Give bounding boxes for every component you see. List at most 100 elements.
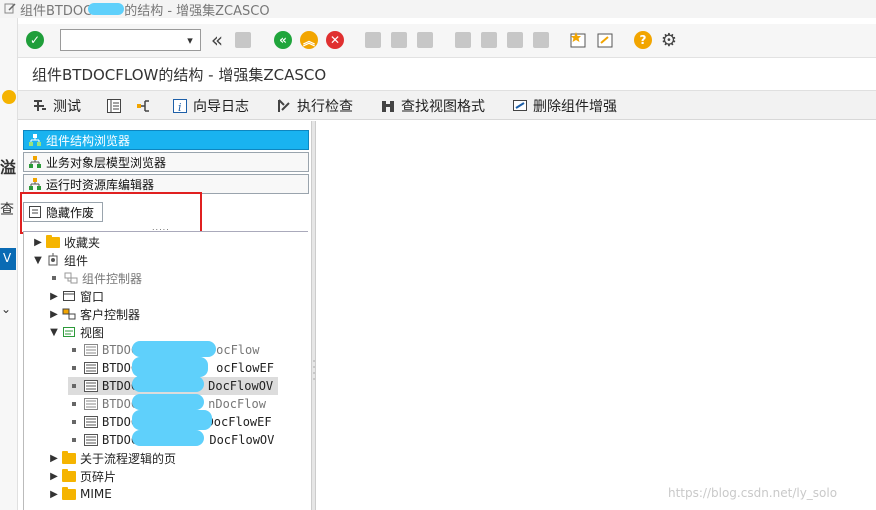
collapse-arrow-icon[interactable]: ▼ (32, 255, 44, 266)
background-window-strip: 溢 查 V ⌄ (0, 18, 18, 510)
tree-node-custom-controller[interactable]: ▶ 客户控制器 (48, 305, 140, 323)
view-icon (84, 433, 98, 447)
svg-text:i: i (178, 101, 182, 114)
expand-arrow-icon[interactable]: ▶ (48, 453, 60, 464)
tree-node-label: 窗口 (80, 289, 105, 304)
prev-page-icon[interactable] (478, 29, 500, 51)
binoculars-icon (380, 98, 396, 114)
tree-structure-icon (28, 155, 42, 169)
window-title: 组件BTDOC (20, 3, 93, 19)
tree-node-label: 关于流程逻辑的页 (80, 451, 177, 466)
redaction-mark (132, 341, 216, 357)
command-field[interactable]: ▾ (60, 29, 201, 51)
page-title: 组件BTDOCFLOW的结构 - 增强集ZCASCO (32, 66, 327, 84)
test-label: 测试 (53, 99, 81, 115)
new-session-icon[interactable] (568, 29, 590, 51)
cancel-icon[interactable]: ✕ (324, 29, 346, 51)
runtime-repository-editor-label: 运行时资源库编辑器 (46, 177, 155, 192)
wizard-log-button[interactable]: i 向导日志 (172, 96, 249, 116)
folder-icon (62, 468, 76, 483)
find-view-format-label: 查找视图格式 (401, 99, 485, 115)
expand-arrow-icon[interactable]: ▶ (32, 237, 44, 248)
delete-enhancement-button[interactable]: 删除组件增强 (512, 96, 617, 116)
tree-node-label: 收藏夹 (64, 235, 101, 250)
wizard-log-label: 向导日志 (193, 99, 249, 115)
collapse-arrow-icon[interactable]: ▼ (48, 327, 60, 338)
tree-node-component-controller[interactable]: 组件控制器 (48, 269, 142, 287)
view-icon (84, 361, 98, 375)
exit-icon[interactable]: ︽ (298, 29, 320, 51)
tree-node-mime[interactable]: ▶ MIME (48, 485, 112, 503)
application-toolbar: 测试 i 向导日志 执行检查 查找视图格式 删除组件增强 (18, 90, 876, 120)
bol-model-browser-button[interactable]: 业务对象层模型浏览器 (23, 152, 309, 172)
print-icon[interactable] (362, 29, 384, 51)
info-icon: i (172, 98, 188, 114)
delete-enhancement-icon (512, 98, 528, 114)
folder-icon (46, 234, 60, 249)
component-structure-browser-label: 组件结构浏览器 (46, 133, 131, 148)
window-title-bar: 组件BTDOC 的结构 - 增强集ZCASCO (0, 0, 876, 19)
redaction-mark (132, 410, 212, 430)
tree-node-process-logic-pages[interactable]: ▶ 关于流程逻辑的页 (48, 449, 176, 467)
redaction-mark (132, 394, 204, 410)
expand-arrow-icon[interactable]: ▶ (48, 471, 60, 482)
find-view-format-button[interactable]: 查找视图格式 (380, 96, 485, 116)
standard-toolbar: ✓ ▾ « « ︽ ✕ ? ⚙ (18, 24, 876, 58)
tree-node-views[interactable]: ▼ 视图 (48, 323, 104, 341)
back-arrows-icon[interactable]: « (206, 28, 228, 52)
expand-arrow-icon[interactable]: ▶ (48, 489, 60, 500)
view-icon (84, 379, 98, 393)
redaction-mark (132, 376, 204, 392)
layout-button[interactable] (106, 96, 127, 116)
redaction-mark (132, 430, 204, 446)
status-circle-icon (2, 90, 16, 104)
find-icon[interactable] (388, 29, 410, 51)
folder-icon (62, 486, 76, 501)
help-icon[interactable]: ? (632, 29, 654, 51)
window-title-suffix: 的结构 - 增强集ZCASCO (124, 3, 270, 19)
tree-node-label: MIME (80, 487, 112, 501)
folder-icon (62, 450, 76, 465)
tree-node-favorites[interactable]: ▶ 收藏夹 (32, 233, 100, 251)
expand-arrow-icon[interactable]: ▶ (48, 309, 60, 320)
check-icon[interactable]: ✓ (24, 29, 46, 51)
runtime-repository-editor-button[interactable]: 运行时资源库编辑器 (23, 174, 309, 194)
editor-pane (316, 121, 876, 510)
custom-controller-icon (62, 307, 76, 321)
component-tree: ▶ 收藏夹 ▼ 组件 组件控制器 ▶ 窗口 ▶ 客户控制器 ▼ 视图 BTDOC… (23, 231, 308, 510)
redaction-mark (132, 357, 208, 377)
back-icon[interactable]: « (272, 29, 294, 51)
highlight-annotation-box (20, 192, 202, 234)
background-text-2: 查 (0, 202, 14, 218)
execute-check-button[interactable]: 执行检查 (276, 96, 353, 116)
first-page-icon[interactable] (452, 29, 474, 51)
find-next-icon[interactable] (414, 29, 436, 51)
last-page-icon[interactable] (530, 29, 552, 51)
shortcut-icon[interactable] (594, 29, 616, 51)
chevron-down-icon[interactable]: ▾ (182, 32, 198, 48)
tree-node-label: 视图 (80, 325, 105, 340)
edit-icon (4, 3, 16, 14)
view-icon (84, 343, 98, 357)
chevron-down-icon: ⌄ (1, 302, 12, 316)
save-icon[interactable] (232, 29, 254, 51)
tree-node-label: 组件控制器 (82, 271, 143, 286)
tree-node-page-fragments[interactable]: ▶ 页碎片 (48, 467, 116, 485)
next-page-icon[interactable] (504, 29, 526, 51)
component-icon (46, 253, 60, 267)
layout-icon (106, 98, 122, 114)
tree-node-window[interactable]: ▶ 窗口 (48, 287, 104, 305)
bullet (52, 276, 56, 280)
delete-enhancement-label: 删除组件增强 (533, 99, 617, 115)
hierarchy-button[interactable] (136, 96, 157, 116)
window-icon (62, 289, 76, 303)
test-button[interactable]: 测试 (32, 96, 81, 116)
expand-arrow-icon[interactable]: ▶ (48, 291, 60, 302)
tree-structure-icon (28, 133, 42, 147)
component-structure-browser-button[interactable]: 组件结构浏览器 (23, 130, 309, 150)
settings-icon[interactable]: ⚙ (658, 29, 680, 51)
view-icon (84, 415, 98, 429)
tree-node-component[interactable]: ▼ 组件 (32, 251, 88, 269)
redaction-mark (88, 3, 125, 15)
view-icon (84, 397, 98, 411)
